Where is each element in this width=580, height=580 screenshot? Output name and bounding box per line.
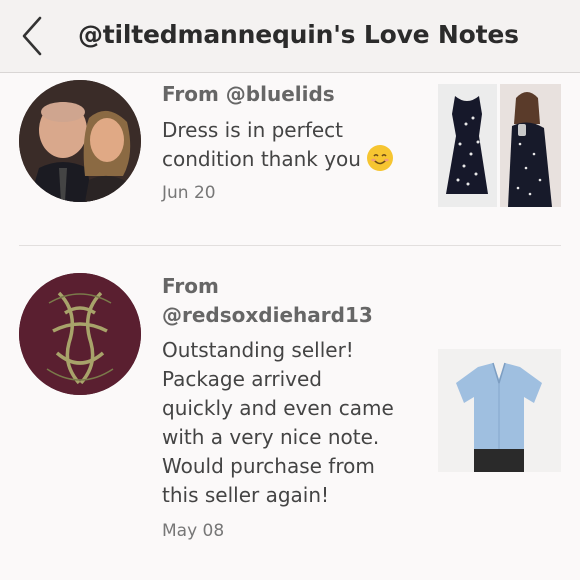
header-bar: @tiltedmannequin's Love Notes [0, 0, 580, 73]
avatar-bluelids[interactable] [19, 80, 141, 202]
note-date: Jun 20 [162, 183, 216, 203]
note-sender[interactable]: @redsoxdiehard13 [162, 303, 373, 327]
smiling-face-emoji [367, 145, 394, 171]
back-button[interactable] [14, 14, 50, 58]
avatar-redsoxdiehard13[interactable] [19, 273, 141, 395]
note-message: Dress is in perfect condition thank you [162, 116, 432, 174]
note-message: Outstanding seller! Package arrived quic… [162, 338, 394, 507]
note-sender-prefix: From [162, 274, 219, 298]
listing-photo-model[interactable] [500, 84, 561, 207]
listing-photo-dress[interactable] [438, 84, 497, 207]
listing-photo-blouse[interactable] [438, 349, 561, 472]
divider [19, 245, 561, 246]
chevron-left-icon [14, 14, 50, 58]
note-sender[interactable]: From @bluelids [162, 82, 335, 106]
note-date: May 08 [162, 521, 225, 541]
page-title: @tiltedmannequin's Love Notes [78, 20, 519, 49]
